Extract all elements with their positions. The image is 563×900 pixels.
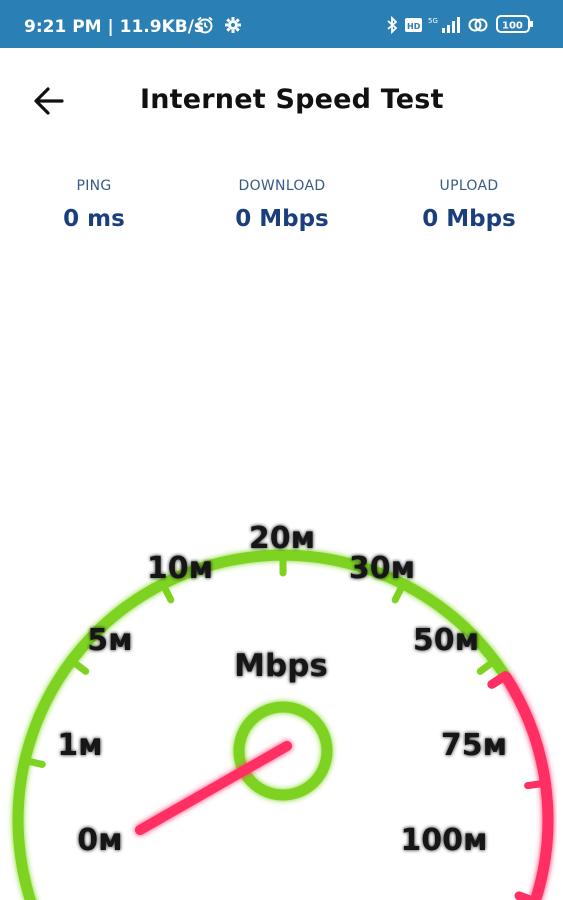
gauge-tick [476,657,499,675]
upload-label: UPLOAD [439,178,499,194]
ping-value: 0 ms [63,206,125,232]
gauge-tick [67,657,90,675]
battery-level: 100 [502,21,523,32]
gauge-tick-label: 30м [349,551,415,586]
gauge-unit-label: Mbps [234,648,328,684]
gauge-tick-label: 10м [147,551,213,586]
settings-icon [224,16,242,39]
download-stat: DOWNLOAD 0 Mbps [192,178,372,232]
alarm-icon [196,16,214,39]
upload-value: 0 Mbps [422,206,516,232]
gauge-tick [21,756,46,768]
gauge-tick-label: 1м [57,728,102,763]
end-cap [514,891,540,900]
gauge-tick-label: 100м [400,823,487,858]
download-label: DOWNLOAD [238,178,326,194]
signal-5g-icon: 5G [428,16,464,39]
bluetooth-icon [386,15,398,39]
ping-stat: PING 0 ms [4,178,184,232]
svg-text:5G: 5G [428,17,438,25]
gauge-tick-label: 0м [77,823,122,858]
app-bar: Internet Speed Test [0,60,563,140]
gauge-tick-label: 50м [413,623,479,658]
gauge-tick-label: 75м [441,728,507,763]
volte-icon: HD [404,16,424,39]
download-value: 0 Mbps [235,206,329,232]
status-time-speed: 9:21 PM | 11.9KB/s [24,17,205,37]
back-button[interactable] [28,80,78,130]
upload-stat: UPLOAD 0 Mbps [379,178,559,232]
battery-icon: 100 [496,14,534,39]
hotspot-icon [468,16,488,39]
ping-label: PING [76,178,112,194]
speed-stats: PING 0 ms DOWNLOAD 0 Mbps UPLOAD 0 Mbps [0,178,563,248]
svg-text:HD: HD [407,22,421,31]
gauge-tick [524,779,549,790]
status-bar: 9:21 PM | 11.9KB/s HD 5G 100 [0,0,563,48]
speedometer-gauge: 0м 1м 5м 10м 20м 30м 50м 75м 100м Mbps [12,521,554,900]
gauge-tick-label: 20м [249,521,315,556]
range-boundary [487,671,510,689]
arrow-left-icon [34,87,64,115]
gauge-tick-label: 5м [87,623,132,658]
page-title: Internet Speed Test [140,84,444,115]
